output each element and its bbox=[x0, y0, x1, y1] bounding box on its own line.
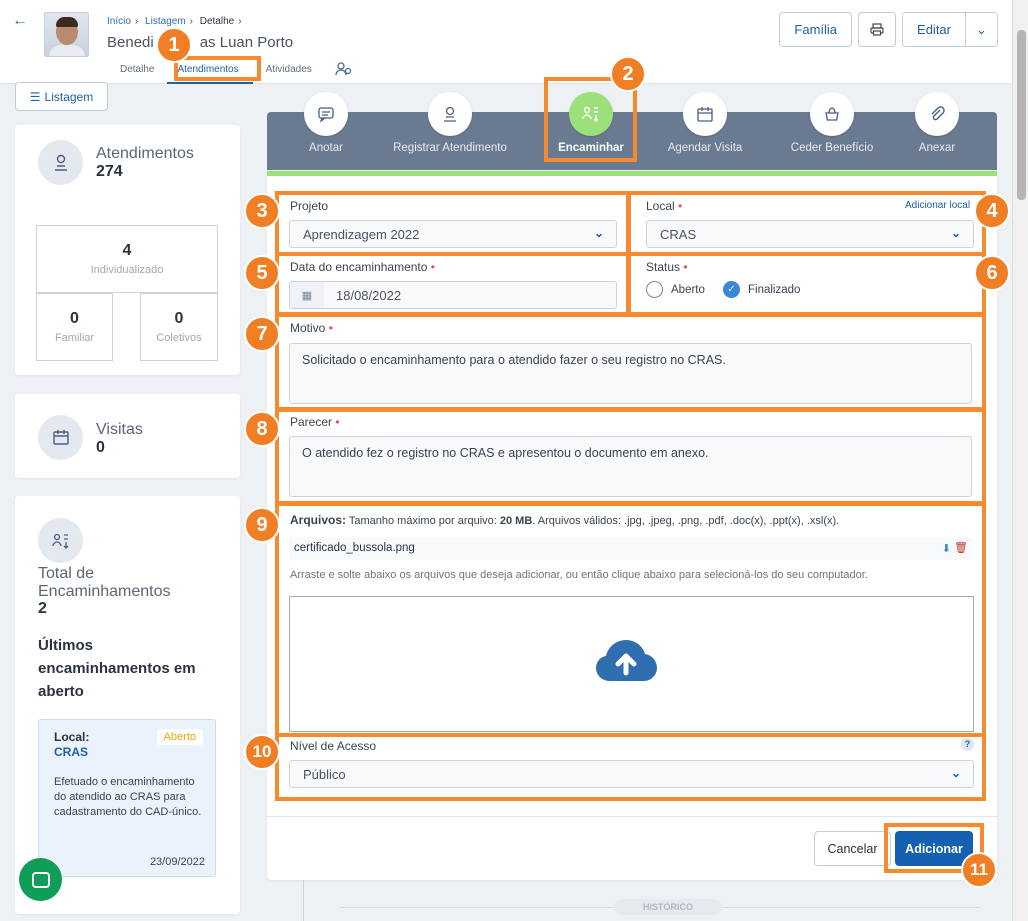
annotation-number-6: 6 bbox=[974, 255, 1010, 291]
familia-button[interactable]: Família bbox=[779, 12, 853, 47]
enc-local-label: Local: bbox=[54, 730, 90, 744]
annotation-number-3: 3 bbox=[244, 193, 280, 229]
annotation-box-1 bbox=[174, 56, 261, 81]
tab-atividades[interactable]: Atividades bbox=[253, 58, 325, 84]
route-icon bbox=[38, 518, 83, 563]
breadcrumb-inicio[interactable]: Início bbox=[107, 16, 131, 27]
annotation-number-5: 5 bbox=[244, 255, 280, 291]
tab-detalhe[interactable]: Detalhe bbox=[107, 58, 167, 84]
avatar bbox=[44, 12, 89, 57]
user-settings-icon[interactable] bbox=[325, 58, 363, 84]
listagem-button[interactable]: ☰ Listagem bbox=[15, 82, 108, 111]
encaminhamentos-value: 2 bbox=[38, 600, 47, 617]
annotation-box-10 bbox=[275, 733, 986, 801]
annotation-number-7: 7 bbox=[244, 316, 280, 352]
editar-split-button: Editar ⌄ bbox=[902, 12, 998, 47]
status-badge: Aberto bbox=[156, 729, 203, 745]
atendimentos-value: 274 bbox=[96, 163, 123, 180]
coletivos-box: 0 Coletivos bbox=[140, 293, 218, 361]
annotation-box-8 bbox=[275, 408, 986, 505]
atendimentos-title: Atendimentos bbox=[96, 145, 194, 162]
atendimentos-card: Atendimentos 274 4 Individualizado 0 Famil… bbox=[15, 125, 240, 375]
back-arrow-icon[interactable]: ← bbox=[12, 12, 28, 30]
annotation-number-11: 11 bbox=[961, 852, 997, 888]
annotation-box-4 bbox=[627, 191, 986, 256]
tb-agendar[interactable]: Agendar Visita bbox=[645, 92, 765, 154]
visitas-card: Visitas 0 bbox=[15, 394, 240, 478]
person-name: Benedi as Luan Porto bbox=[107, 34, 294, 51]
note-icon bbox=[304, 92, 348, 136]
ultimos-title: Últimos encaminhamentos em aberto bbox=[38, 637, 196, 700]
chat-icon[interactable] bbox=[19, 858, 62, 901]
list-icon: ☰ bbox=[29, 89, 41, 104]
annotation-number-8: 8 bbox=[244, 411, 280, 447]
basket-icon bbox=[810, 92, 854, 136]
individualizado-box: 4 Individualizado bbox=[36, 225, 218, 293]
enc-description: Efetuado o encaminhamento do atendido ao… bbox=[54, 776, 202, 818]
visitas-value: 0 bbox=[96, 439, 105, 456]
paperclip-icon bbox=[915, 92, 959, 136]
tb-registrar[interactable]: Registrar Atendimento bbox=[390, 92, 510, 154]
annotation-box-9 bbox=[275, 502, 986, 737]
annotation-number-4: 4 bbox=[974, 193, 1010, 229]
enc-local-value: CRAS bbox=[54, 745, 89, 759]
annotation-box-6 bbox=[627, 252, 986, 316]
encaminhamento-item[interactable]: Local: CRAS Aberto Efetuado o encaminham… bbox=[38, 719, 216, 877]
cancel-button[interactable]: Cancelar bbox=[814, 831, 891, 866]
annotation-number-10: 10 bbox=[244, 734, 280, 770]
breadcrumb-listagem[interactable]: Listagem bbox=[145, 16, 186, 27]
editar-button[interactable]: Editar bbox=[903, 13, 965, 46]
familiar-box: 0 Familiar bbox=[36, 293, 113, 361]
annotation-box-3 bbox=[275, 191, 630, 256]
user-icon bbox=[38, 140, 83, 185]
annotation-number-9: 9 bbox=[244, 507, 280, 543]
page-header: ← Início › Listagem › Detalhe › Benedi as Lu… bbox=[0, 0, 1012, 84]
tb-anexar[interactable]: Anexar bbox=[877, 92, 997, 154]
enc-date: 23/09/2022 bbox=[149, 856, 205, 868]
breadcrumb: Início › Listagem › Detalhe › bbox=[107, 16, 242, 27]
breadcrumb-detalhe: Detalhe bbox=[199, 16, 235, 27]
encaminhamentos-title: Total de Encaminhamentos bbox=[38, 565, 171, 600]
visitas-title: Visitas bbox=[96, 421, 143, 438]
user-icon bbox=[428, 92, 472, 136]
annotation-box-5 bbox=[275, 252, 630, 316]
scrollbar[interactable] bbox=[1012, 0, 1028, 921]
annotation-number-2: 2 bbox=[610, 56, 646, 92]
print-icon[interactable] bbox=[858, 12, 897, 47]
calendar-icon bbox=[38, 415, 83, 460]
tb-ceder[interactable]: Ceder Benefício bbox=[772, 92, 892, 154]
annotation-box-7 bbox=[275, 313, 986, 411]
chevron-down-icon[interactable]: ⌄ bbox=[965, 13, 997, 46]
historico-label: HISTÓRICO bbox=[614, 899, 722, 915]
tb-anotar[interactable]: Anotar bbox=[266, 92, 386, 154]
annotation-number-1: 1 bbox=[156, 27, 192, 63]
calendar-icon bbox=[683, 92, 727, 136]
